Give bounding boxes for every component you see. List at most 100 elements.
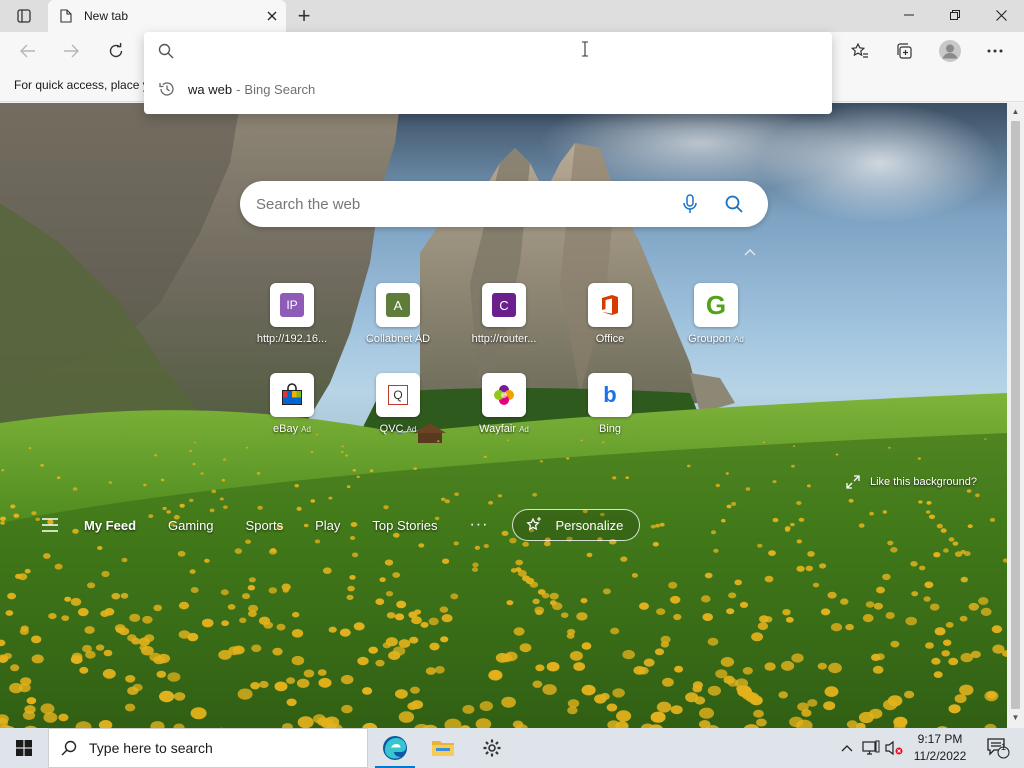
feed-tab-play[interactable]: Play [315,518,340,533]
sparkle-star-icon [526,517,542,531]
taskbar-file-explorer[interactable] [419,728,467,768]
suggestion-separator: - [236,81,241,97]
favorites-button[interactable] [844,36,876,66]
personalize-button[interactable]: Personalize [512,509,641,541]
quick-link-ebay[interactable]: eBay Ad [242,373,342,435]
minimize-icon [904,14,914,16]
minimize-button[interactable] [886,0,932,30]
office-icon [602,295,618,315]
collections-icon [897,43,912,59]
avatar-icon [939,40,961,62]
notification-count: 1 [1000,742,1006,752]
quick-link-label: eBay [273,423,299,435]
taskbar-clock[interactable]: 9:17 PM 11/2/2022 [904,731,976,765]
search-submit-button[interactable] [720,190,748,218]
collections-button[interactable] [888,36,920,66]
text-cursor-icon [582,41,588,57]
quick-link-collabnet[interactable]: A Collabnet AD [348,283,448,345]
volume-tray-button[interactable] [883,728,905,768]
settings-more-button[interactable] [979,36,1011,66]
back-button[interactable] [12,36,44,66]
quick-link-label: Office [595,333,625,345]
ad-badge: Ad [406,425,417,434]
taskbar-edge[interactable] [371,728,419,768]
microphone-icon [683,194,697,213]
chevron-up-icon [841,745,853,752]
history-icon [159,82,174,96]
quick-link-router[interactable]: C http://router... [454,283,554,345]
web-search-placeholder: Search the web [256,195,361,213]
restore-button[interactable] [932,0,978,30]
close-icon [995,9,1007,21]
voice-search-button[interactable] [676,190,704,218]
personalize-label: Personalize [555,517,624,533]
volume-muted-icon [885,740,903,756]
suggestion-item[interactable]: wa web - Bing Search [144,74,832,104]
like-background-link[interactable]: Like this background? [846,475,977,489]
clock-time: 9:17 PM [917,732,963,746]
like-background-label: Like this background? [870,476,978,488]
tab-new-tab[interactable]: New tab [48,0,286,32]
router-icon: C [492,293,516,317]
menu-icon[interactable] [40,518,60,532]
star-list-icon [851,43,868,58]
quick-link-office[interactable]: Office [560,283,660,345]
new-tab-button[interactable]: + [290,3,318,28]
expand-icon [846,475,860,489]
web-search-box[interactable]: Search the web [240,181,768,227]
favorites-bar-message: For quick access, place y [14,78,149,92]
taskbar-search-box[interactable]: Type here to search [48,728,368,768]
close-icon [267,11,277,21]
action-center-button[interactable]: 1 [978,728,1018,768]
new-tab-page: Search the web IP http://192.16... A Col… [0,103,1007,728]
scroll-down-arrow-icon[interactable]: ▼ [1011,713,1020,723]
quick-link-label: http://router... [471,333,537,345]
quick-link-bing[interactable]: b Bing [560,373,660,435]
suggestion-query: wa web [188,81,233,97]
address-input[interactable] [184,38,804,64]
tab-title: New tab [84,9,129,23]
quick-link-wayfair[interactable]: Wayfair Ad [454,373,554,435]
chevron-up-icon[interactable] [742,246,758,258]
profile-button[interactable] [934,36,966,66]
arrow-left-icon [20,44,35,58]
start-button[interactable] [0,728,48,768]
feed-tab-gaming[interactable]: Gaming [168,518,214,533]
tab-strip: New tab + [0,0,1024,32]
suggestion-source: Bing Search [244,81,316,97]
close-tab-button[interactable] [258,2,286,30]
restore-icon [950,10,960,20]
quick-link-label: QVC [379,423,404,435]
scroll-up-arrow-icon[interactable]: ▲ [1011,107,1020,117]
page-scrollbar[interactable]: ▲ ▼ [1007,103,1024,728]
taskbar: Type here to search 9:17 PM 11/2/2022 1 [0,728,1024,768]
tab-actions-button[interactable] [6,4,42,28]
feed-tab-top-stories[interactable]: Top Stories [372,518,437,533]
close-window-button[interactable] [978,0,1024,30]
refresh-button[interactable] [100,36,132,66]
quick-link-qvc[interactable]: Q QVC Ad [348,373,448,435]
feed-navigation: My Feed Gaming Sports Play Top Stories ·… [40,509,641,541]
quick-link-groupon[interactable]: G Groupon Ad [666,283,766,345]
quick-link-label: Collabnet AD [365,333,431,345]
ip-icon: IP [280,293,304,317]
qvc-icon: Q [388,385,408,405]
clock-date: 11/2/2022 [913,749,967,763]
feed-tab-my-feed[interactable]: My Feed [84,518,136,533]
search-icon [725,195,743,213]
taskbar-settings[interactable] [468,728,516,768]
arrow-right-icon [64,44,79,58]
forward-button[interactable] [55,36,87,66]
more-feed-button[interactable]: ··· [469,516,488,534]
quick-link-label: Wayfair [479,423,516,435]
scrollbar-thumb[interactable] [1011,121,1020,709]
quick-link-label: http://192.16... [256,333,328,345]
network-tray-button[interactable] [860,728,882,768]
show-hidden-icons-button[interactable] [836,728,858,768]
ad-badge: Ad [734,335,744,344]
tab-actions-icon [17,9,31,23]
network-icon [862,740,880,755]
quick-link-ip[interactable]: IP http://192.16... [242,283,342,345]
quick-link-label: Groupon [688,333,731,345]
feed-tab-sports[interactable]: Sports [246,518,284,533]
